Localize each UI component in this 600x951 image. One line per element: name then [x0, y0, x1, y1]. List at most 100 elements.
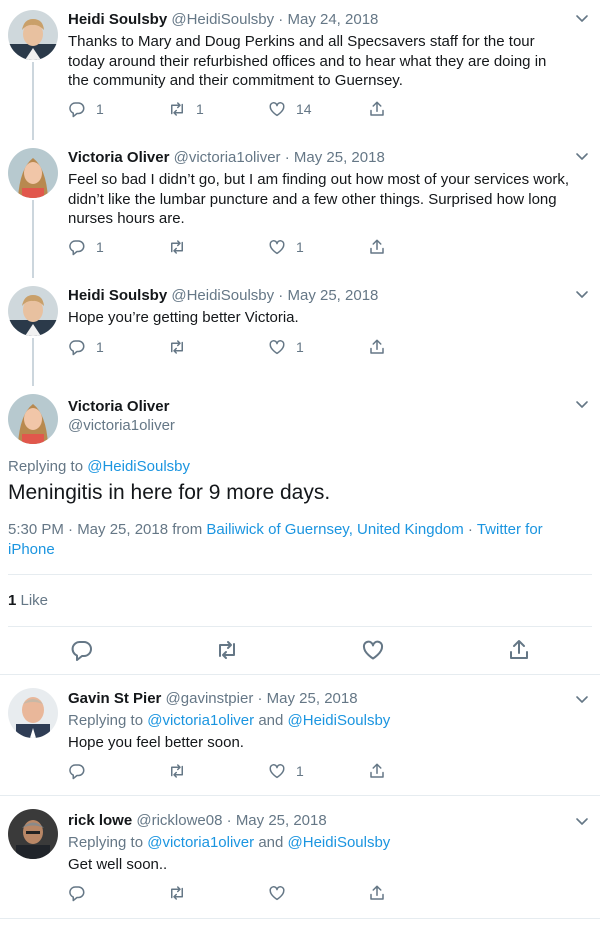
chevron-down-icon[interactable]: [574, 148, 590, 164]
conjunction: and: [254, 834, 288, 851]
replying-label: Replying to: [8, 458, 88, 475]
thread-tweet[interactable]: Heidi Soulsby @HeidiSoulsby · May 24, 20…: [0, 0, 600, 140]
tweet-date[interactable]: May 25, 2018: [236, 812, 327, 829]
separator: ·: [463, 521, 477, 538]
thread-tweet[interactable]: Victoria Oliver @victoria1oliver · May 2…: [0, 138, 600, 278]
reply-button[interactable]: 1: [68, 337, 104, 357]
reply-icon: [68, 100, 86, 118]
like-count: 14: [296, 101, 312, 117]
avatar[interactable]: [8, 148, 58, 198]
tweet-actions: 1 1: [68, 337, 398, 357]
retweet-button[interactable]: [168, 337, 196, 357]
retweet-icon: [168, 100, 186, 118]
heart-icon: [361, 638, 385, 662]
share-icon: [368, 338, 386, 356]
like-button[interactable]: 1: [268, 237, 304, 257]
heart-icon: [268, 884, 286, 902]
thread-tweet[interactable]: Heidi Soulsby @HeidiSoulsby · May 25, 20…: [0, 276, 600, 386]
author-handle[interactable]: @victoria1oliver: [68, 416, 175, 435]
tweet-text: Get well soon..: [68, 856, 168, 873]
avatar[interactable]: [8, 688, 58, 738]
reply-button[interactable]: 1: [68, 99, 104, 119]
tweet-actions: 1 1: [68, 237, 398, 257]
retweet-button[interactable]: [215, 638, 239, 667]
avatar[interactable]: [8, 286, 58, 336]
reply-button[interactable]: [70, 638, 94, 667]
tweet-timestamp: 5:30 PM · May 25, 2018 from Bailiwick of…: [8, 520, 588, 560]
tweet-time[interactable]: 5:30 PM · May 25, 2018 from: [8, 521, 206, 538]
author-name[interactable]: Victoria Oliver: [68, 397, 169, 416]
mention-link[interactable]: @HeidiSoulsby: [87, 458, 190, 475]
author-name[interactable]: Victoria Oliver: [68, 149, 169, 166]
author-handle[interactable]: @HeidiSoulsby: [171, 11, 274, 28]
like-count: 1: [296, 763, 304, 779]
retweet-count: 1: [196, 101, 204, 117]
retweet-button[interactable]: [168, 761, 196, 781]
mention-link[interactable]: @HeidiSoulsby: [288, 834, 391, 851]
like-button[interactable]: [268, 883, 296, 903]
reply-button[interactable]: [68, 883, 96, 903]
tweet-date[interactable]: May 25, 2018: [267, 690, 358, 707]
retweet-button[interactable]: [168, 237, 196, 257]
avatar[interactable]: [8, 10, 58, 60]
share-button[interactable]: [368, 883, 386, 903]
author-name[interactable]: Gavin St Pier: [68, 690, 161, 707]
tweet-date[interactable]: May 25, 2018: [287, 287, 378, 304]
separator: ·: [274, 11, 288, 28]
chevron-down-icon[interactable]: [574, 396, 590, 412]
retweet-icon: [215, 638, 239, 662]
replying-label: Replying to: [68, 712, 148, 729]
tweet-date[interactable]: May 24, 2018: [287, 11, 378, 28]
reply-tweet[interactable]: rick lowe @ricklowe08 · May 25, 2018 Rep…: [0, 797, 600, 919]
chevron-down-icon[interactable]: [574, 10, 590, 26]
reply-count: 1: [96, 239, 104, 255]
like-button[interactable]: 1: [268, 337, 304, 357]
author-handle[interactable]: @gavinstpier: [166, 690, 254, 707]
tweet-date[interactable]: May 25, 2018: [294, 149, 385, 166]
author-name[interactable]: rick lowe: [68, 812, 132, 829]
reply-icon: [68, 338, 86, 356]
avatar[interactable]: [8, 809, 58, 859]
mention-link[interactable]: @HeidiSoulsby: [288, 712, 391, 729]
author-handle[interactable]: @HeidiSoulsby: [171, 287, 274, 304]
author-handle[interactable]: @victoria1oliver: [174, 149, 281, 166]
location-link[interactable]: Bailiwick of Guernsey, United Kingdom: [206, 521, 463, 538]
retweet-button[interactable]: [168, 883, 196, 903]
mention-link[interactable]: @victoria1oliver: [147, 834, 254, 851]
avatar[interactable]: [8, 394, 58, 444]
author-name[interactable]: Heidi Soulsby: [68, 11, 167, 28]
divider: [0, 795, 600, 796]
divider: [0, 918, 600, 919]
mention-link[interactable]: @victoria1oliver: [147, 712, 254, 729]
reply-icon: [68, 762, 86, 780]
share-icon: [368, 762, 386, 780]
conversation-timeline: Heidi Soulsby @HeidiSoulsby · May 24, 20…: [0, 0, 600, 951]
like-stat-label: Like: [16, 592, 49, 609]
divider: [0, 674, 600, 675]
chevron-down-icon[interactable]: [574, 286, 590, 302]
tweet-header: Heidi Soulsby @HeidiSoulsby · May 25, 20…: [68, 286, 560, 306]
conjunction: and: [254, 712, 288, 729]
share-button[interactable]: [368, 761, 386, 781]
tweet-text-line: the community and their commitment to Gu…: [68, 72, 403, 89]
reply-button[interactable]: [68, 761, 96, 781]
author-handle[interactable]: @ricklowe08: [136, 812, 222, 829]
source-link[interactable]: iPhone: [8, 541, 55, 558]
retweet-button[interactable]: 1: [168, 99, 204, 119]
like-button[interactable]: 14: [268, 99, 312, 119]
share-button[interactable]: [507, 638, 531, 667]
reply-button[interactable]: 1: [68, 237, 104, 257]
divider: [8, 626, 592, 627]
author-name[interactable]: Heidi Soulsby: [68, 287, 167, 304]
share-button[interactable]: [368, 337, 386, 357]
chevron-down-icon[interactable]: [574, 691, 590, 707]
like-button[interactable]: 1: [268, 761, 304, 781]
chevron-down-icon[interactable]: [574, 813, 590, 829]
source-link[interactable]: Twitter for: [477, 521, 543, 538]
reply-tweet[interactable]: Gavin St Pier @gavinstpier · May 25, 201…: [0, 676, 600, 796]
like-stat[interactable]: 1 Like: [8, 591, 48, 610]
like-button[interactable]: [361, 638, 385, 667]
tweet-text-line: today around their refurbished offices a…: [68, 52, 547, 70]
share-button[interactable]: [368, 237, 386, 257]
share-button[interactable]: [368, 99, 386, 119]
